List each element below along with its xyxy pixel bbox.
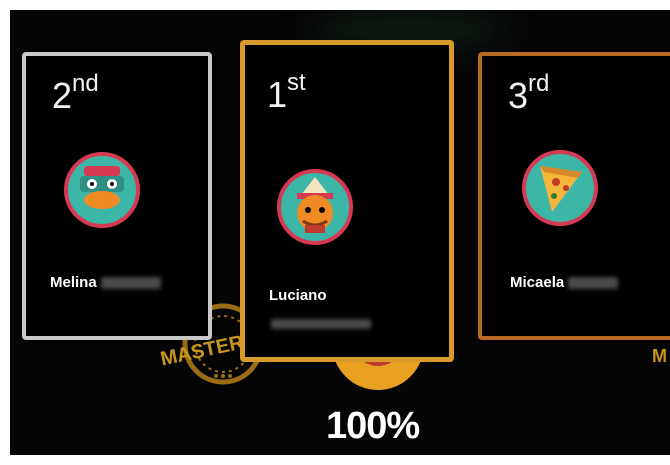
podium-screen: MASTER M 2nd Melina 3rd Micaela 1st Luci… xyxy=(10,10,670,455)
player-name: Melina xyxy=(50,274,161,291)
rank-label: 2nd xyxy=(52,70,99,116)
rank-label: 3rd xyxy=(508,70,550,116)
player-name: Micaela xyxy=(510,274,619,291)
rank-label: 1st xyxy=(267,69,306,115)
podium-card-third[interactable]: 3rd Micaela xyxy=(478,52,670,340)
master-badge-label-right: M xyxy=(652,346,667,366)
score-percent: 100% xyxy=(326,405,420,447)
podium-card-first[interactable]: 1st Luciano xyxy=(240,40,454,362)
player-name: Luciano xyxy=(269,287,327,304)
cat-with-hat-avatar-icon xyxy=(277,169,353,245)
player-name-blurred xyxy=(271,313,371,332)
podium-card-second[interactable]: 2nd Melina xyxy=(22,52,212,340)
platypus-avatar-icon xyxy=(64,152,140,228)
pizza-slice-avatar-icon xyxy=(522,150,598,226)
